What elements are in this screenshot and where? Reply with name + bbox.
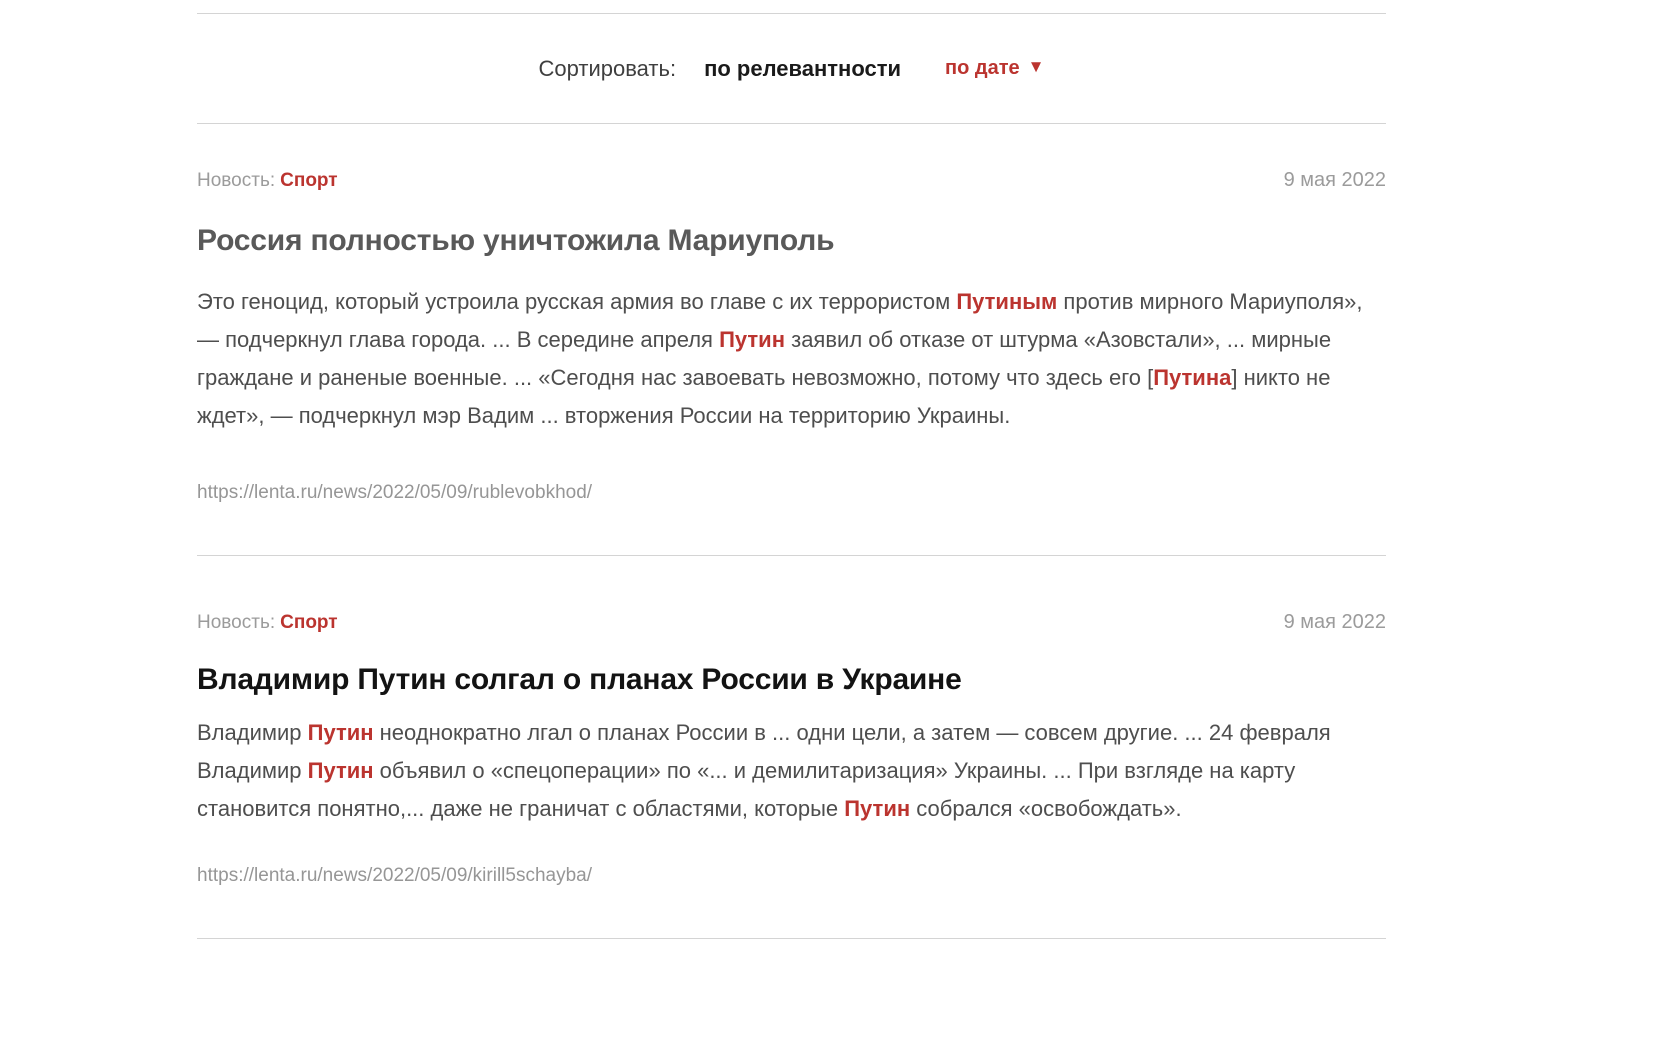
result-date: 9 мая 2022: [1284, 168, 1386, 192]
result-date: 9 мая 2022: [1284, 610, 1386, 634]
result-snippet: Владимир Путин неоднократно лгал о плана…: [197, 714, 1386, 828]
snippet-highlight: Путина: [1153, 365, 1231, 390]
result-meta: Новость:Спорт: [197, 169, 338, 193]
result-url: https://lenta.ru/news/2022/05/09/kirill5…: [197, 864, 1386, 888]
result-meta-row: Новость:Спорт 9 мая 2022: [197, 168, 1386, 193]
snippet-highlight: Путин: [719, 327, 785, 352]
result-type-label: Новость:: [197, 170, 275, 191]
search-result-item: Новость:Спорт 9 мая 2022 Владимир Путин …: [197, 556, 1386, 938]
divider: [197, 938, 1386, 939]
result-meta-row: Новость:Спорт 9 мая 2022: [197, 610, 1386, 635]
snippet-highlight: Путин: [844, 796, 910, 821]
snippet-highlight: Путин: [308, 720, 374, 745]
sort-option-date[interactable]: по дате ▼: [945, 57, 1044, 80]
result-type-label: Новость:: [197, 612, 275, 633]
snippet-text: Это геноцид, который устроила русская ар…: [197, 289, 956, 314]
result-url: https://lenta.ru/news/2022/05/09/rublevo…: [197, 481, 1386, 505]
snippet-highlight: Путиным: [956, 289, 1057, 314]
snippet-highlight: Путин: [308, 758, 374, 783]
result-category-link[interactable]: Спорт: [280, 612, 337, 633]
result-meta: Новость:Спорт: [197, 611, 338, 635]
result-title-link[interactable]: Владимир Путин солгал о планах России в …: [197, 660, 1386, 700]
snippet-text: Владимир: [197, 720, 308, 745]
sort-bar: Сортировать: по релевантности по дате ▼: [197, 14, 1386, 123]
search-result-item: Новость:Спорт 9 мая 2022 Россия полность…: [197, 124, 1386, 555]
result-category-link[interactable]: Спорт: [280, 170, 337, 191]
sort-option-date-label: по дате: [945, 57, 1020, 79]
search-results-page: Сортировать: по релевантности по дате ▼ Н…: [197, 13, 1386, 939]
snippet-text: собрался «освобождать».: [910, 796, 1181, 821]
sort-label: Сортировать:: [539, 56, 677, 82]
sort-descending-icon: ▼: [1028, 57, 1045, 76]
result-title-link[interactable]: Россия полностью уничтожила Мариуполь: [197, 221, 1386, 261]
result-snippet: Это геноцид, который устроила русская ар…: [197, 283, 1386, 435]
sort-option-relevance[interactable]: по релевантности: [704, 56, 901, 82]
